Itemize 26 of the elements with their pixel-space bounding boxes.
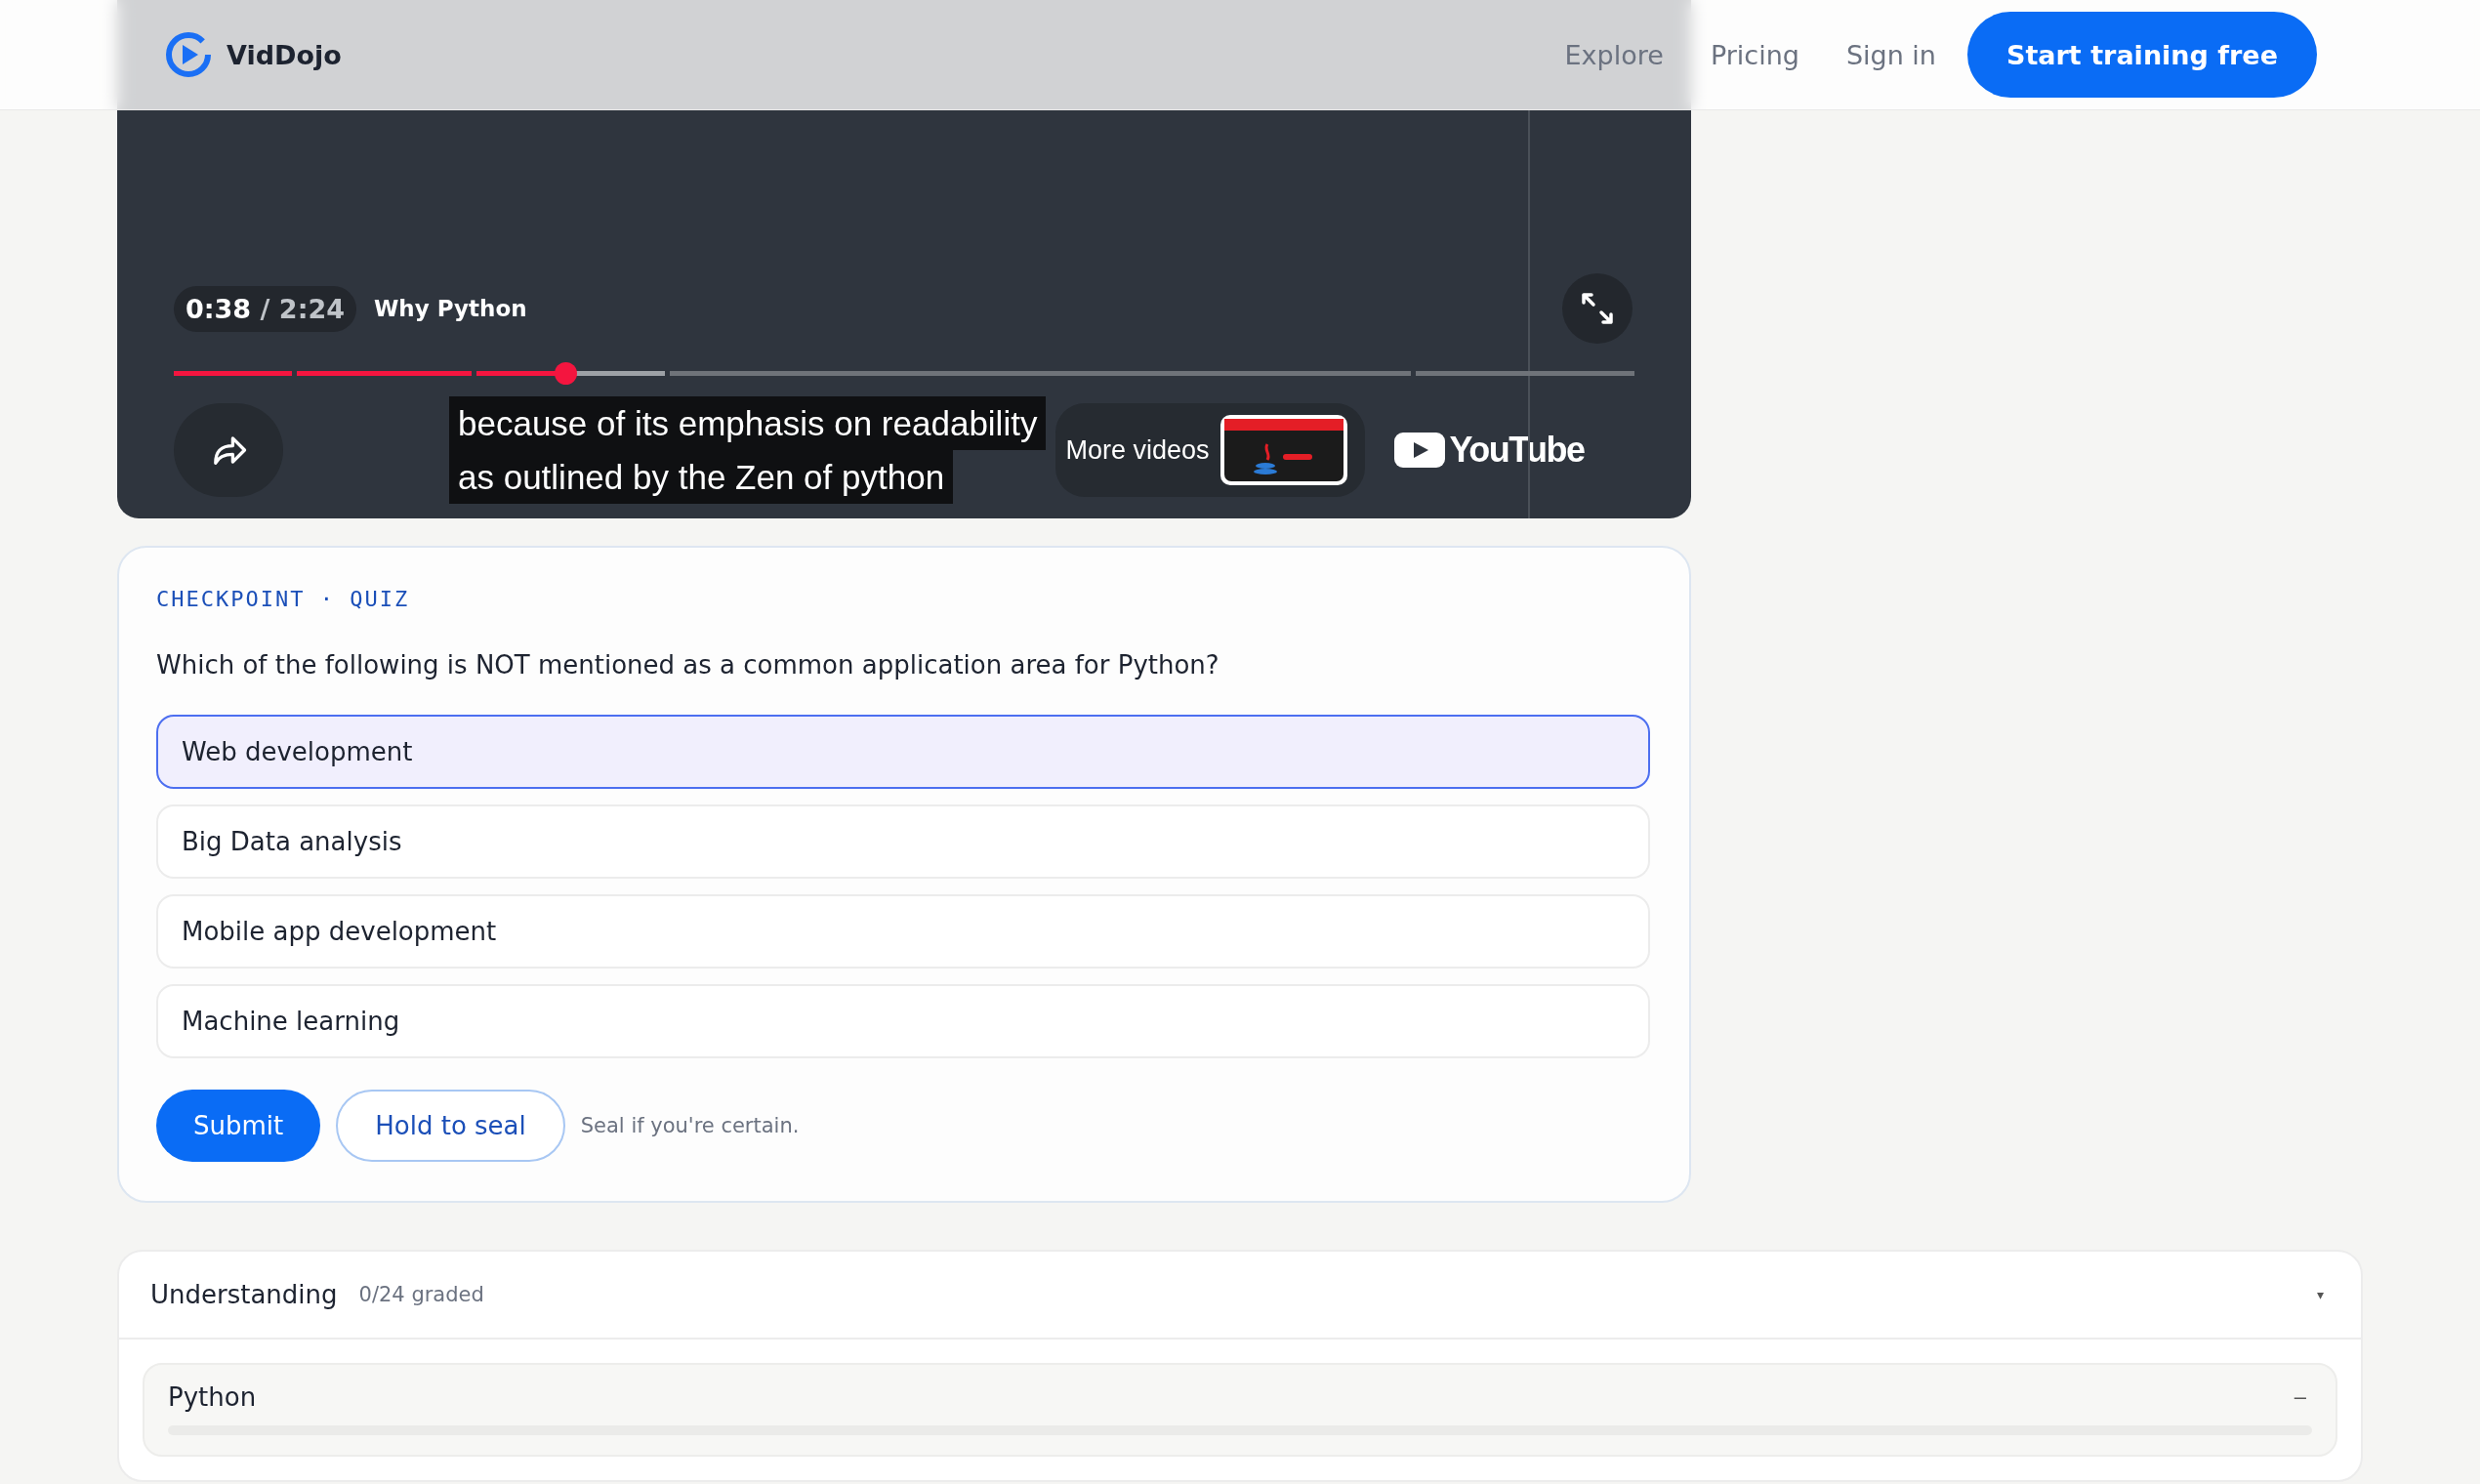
submit-button[interactable]: Submit (156, 1090, 321, 1162)
topic-name: Python (168, 1382, 257, 1412)
progress-bar[interactable] (174, 362, 1634, 385)
graded-count: 0/24 graded (358, 1283, 484, 1306)
answer-option[interactable]: Machine learning (156, 984, 1650, 1058)
answer-option[interactable]: Mobile app development (156, 894, 1650, 969)
progress-handle[interactable] (554, 362, 577, 385)
youtube-logo[interactable]: YouTube (1394, 430, 1585, 471)
answer-option[interactable]: Big Data analysis (156, 804, 1650, 879)
hold-to-seal-button[interactable]: Hold to seal (336, 1090, 565, 1162)
brand-name[interactable]: VidDojo (227, 39, 342, 70)
quiz-label: CHECKPOINT · QUIZ (156, 587, 411, 611)
video-title: Why Python (374, 296, 527, 321)
question-text: Which of the following is NOT mentioned as a common application area for Python? (156, 650, 1220, 680)
hint-text: Seal if you're certain. (580, 1114, 800, 1137)
more-videos-button[interactable]: More videos (1055, 403, 1366, 497)
start-training-button[interactable]: Start training free (1967, 12, 2317, 98)
answer-option[interactable]: Web development (156, 715, 1650, 789)
nav-link[interactable]: Pricing (1710, 39, 1799, 70)
time-display: 0:38 / 2:24 (174, 285, 356, 332)
panel-title: Understanding (150, 1280, 338, 1309)
topic-toggle[interactable]: – (2288, 1383, 2312, 1411)
play-icon (1394, 433, 1446, 468)
nav-link[interactable]: Sign in (1845, 39, 1936, 70)
play-logo-icon (164, 30, 213, 79)
collapse-toggle[interactable]: ▾ (2311, 1286, 2330, 1303)
